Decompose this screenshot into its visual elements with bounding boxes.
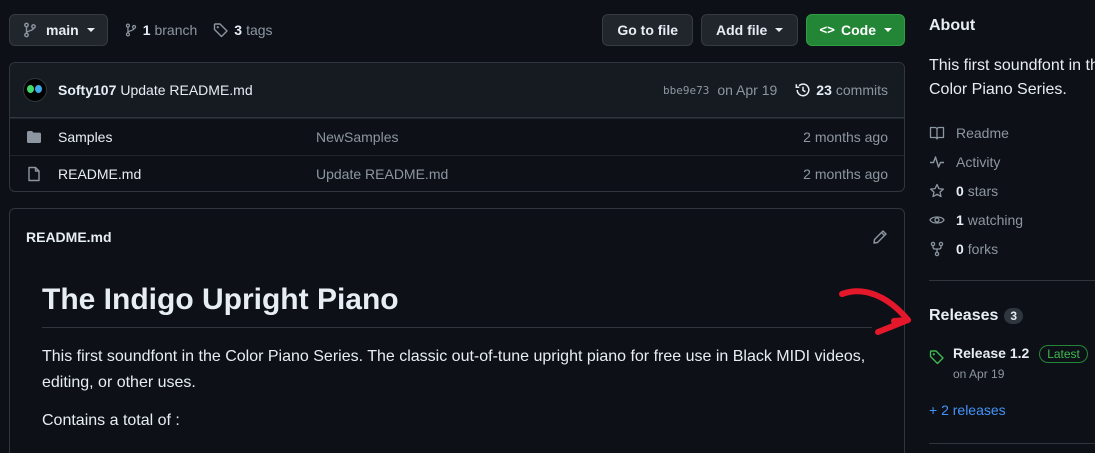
readme-link[interactable]: Readme: [929, 118, 1023, 147]
chevron-down-icon: [86, 28, 95, 32]
readme-link-label: Readme: [956, 124, 1009, 141]
folder-icon: [26, 129, 42, 145]
latest-release[interactable]: Release 1.2 Latest on Apr 19: [929, 345, 1088, 381]
add-file-button[interactable]: Add file: [701, 14, 799, 46]
fork-icon: [930, 241, 944, 256]
repo-stats: Readme Activity 0 stars 1 watching 0 for…: [929, 118, 1023, 263]
commit-author[interactable]: Softy107: [58, 82, 116, 98]
commit-word: commits: [835, 82, 888, 98]
book-icon: [929, 126, 945, 140]
file-icon: [26, 166, 42, 182]
branch-select-button[interactable]: main: [9, 14, 108, 46]
history-icon: [795, 83, 810, 97]
divider: [929, 443, 1095, 444]
file-age: 2 months ago: [803, 166, 888, 182]
stars-link[interactable]: 0 stars: [929, 176, 1023, 205]
repository-page: main 1 branch 3 tags Go to file Add file…: [0, 0, 1095, 453]
add-file-label: Add file: [716, 22, 768, 38]
eye-icon: [929, 215, 945, 224]
pulse-icon: [930, 155, 944, 168]
avatar[interactable]: [23, 78, 47, 102]
commit-sha[interactable]: bbe9e73: [663, 84, 709, 97]
branch-name: main: [46, 22, 79, 38]
latest-badge: Latest: [1039, 345, 1088, 363]
file-commit-message[interactable]: Update README.md: [316, 166, 803, 182]
file-name[interactable]: Samples: [58, 129, 316, 145]
chevron-down-icon: [884, 28, 892, 32]
branch-icon: [125, 23, 136, 37]
about-sidebar: About This first soundfont in the Color …: [929, 0, 1095, 453]
forks-count: 0: [956, 240, 964, 257]
file-commit-message[interactable]: NewSamples: [316, 129, 803, 145]
readme-header: README.md: [10, 209, 904, 265]
tag-word: tags: [246, 22, 273, 38]
readme-heading: The Indigo Upright Piano: [42, 283, 872, 328]
code-button[interactable]: <> Code: [806, 14, 905, 46]
forks-link[interactable]: 0 forks: [929, 234, 1023, 263]
branch-icon: [24, 22, 36, 38]
watching-count: 1: [956, 211, 964, 228]
releases-count-badge: 3: [1004, 308, 1024, 324]
branch-count: 1: [142, 22, 151, 38]
commit-date: on Apr 19: [717, 82, 778, 98]
latest-commit-bar: Softy107 Update README.md bbe9e73 on Apr…: [10, 63, 904, 118]
star-icon: [929, 183, 945, 197]
code-icon: <>: [819, 22, 835, 38]
about-title: About: [929, 17, 976, 34]
release-info: Release 1.2 Latest on Apr 19: [953, 345, 1088, 381]
table-row[interactable]: Samples NewSamples 2 months ago: [10, 118, 904, 155]
forks-word: forks: [967, 240, 999, 257]
activity-link[interactable]: Activity: [929, 147, 1023, 176]
toolbar-actions: Go to file Add file <> Code: [602, 14, 905, 46]
releases-title: Releases: [929, 307, 999, 324]
more-releases-link[interactable]: + 2 releases: [929, 402, 1006, 418]
annotation-arrow: [839, 288, 911, 335]
code-label: Code: [841, 22, 876, 38]
chevron-down-icon: [775, 28, 784, 32]
file-listing: Softy107 Update README.md bbe9e73 on Apr…: [9, 62, 905, 192]
watching-word: watching: [967, 211, 1024, 228]
commit-message[interactable]: Update README.md: [120, 82, 252, 98]
release-date: on Apr 19: [953, 367, 1005, 381]
table-row[interactable]: README.md Update README.md 2 months ago: [10, 155, 904, 191]
activity-link-label: Activity: [956, 153, 1001, 170]
watchers-link[interactable]: 1 watching: [929, 205, 1023, 234]
readme-paragraph: This first soundfont in the Color Piano …: [42, 348, 866, 391]
file-age: 2 months ago: [803, 129, 888, 145]
pencil-icon[interactable]: [872, 229, 888, 245]
readme-content: The Indigo Upright Piano This first soun…: [10, 265, 904, 434]
readme-panel: README.md The Indigo Upright Piano This …: [9, 208, 905, 453]
tag-count: 3: [234, 22, 243, 38]
repo-toolbar: main 1 branch 3 tags Go to file Add file…: [9, 14, 905, 46]
readme-contains: Contains a total of :: [42, 412, 180, 429]
stars-word: stars: [967, 182, 999, 199]
tag-icon: [214, 23, 228, 38]
tags-link[interactable]: 3 tags: [213, 22, 273, 38]
divider: [929, 280, 1095, 281]
commit-count: 23: [816, 82, 832, 98]
tag-icon: [929, 350, 944, 365]
releases-header[interactable]: Releases 3: [929, 307, 1024, 325]
branch-word: branch: [154, 22, 198, 38]
stars-count: 0: [956, 182, 964, 199]
about-description: This first soundfont in the Color Piano …: [929, 57, 1095, 98]
go-to-file-button[interactable]: Go to file: [602, 14, 693, 46]
commit-meta: bbe9e73 on Apr 19 23 commits: [663, 82, 888, 98]
release-name[interactable]: Release 1.2: [953, 345, 1029, 361]
file-name[interactable]: README.md: [58, 166, 316, 182]
readme-filename[interactable]: README.md: [26, 229, 112, 245]
commits-link[interactable]: 23 commits: [795, 82, 888, 98]
branches-link[interactable]: 1 branch: [124, 22, 198, 38]
